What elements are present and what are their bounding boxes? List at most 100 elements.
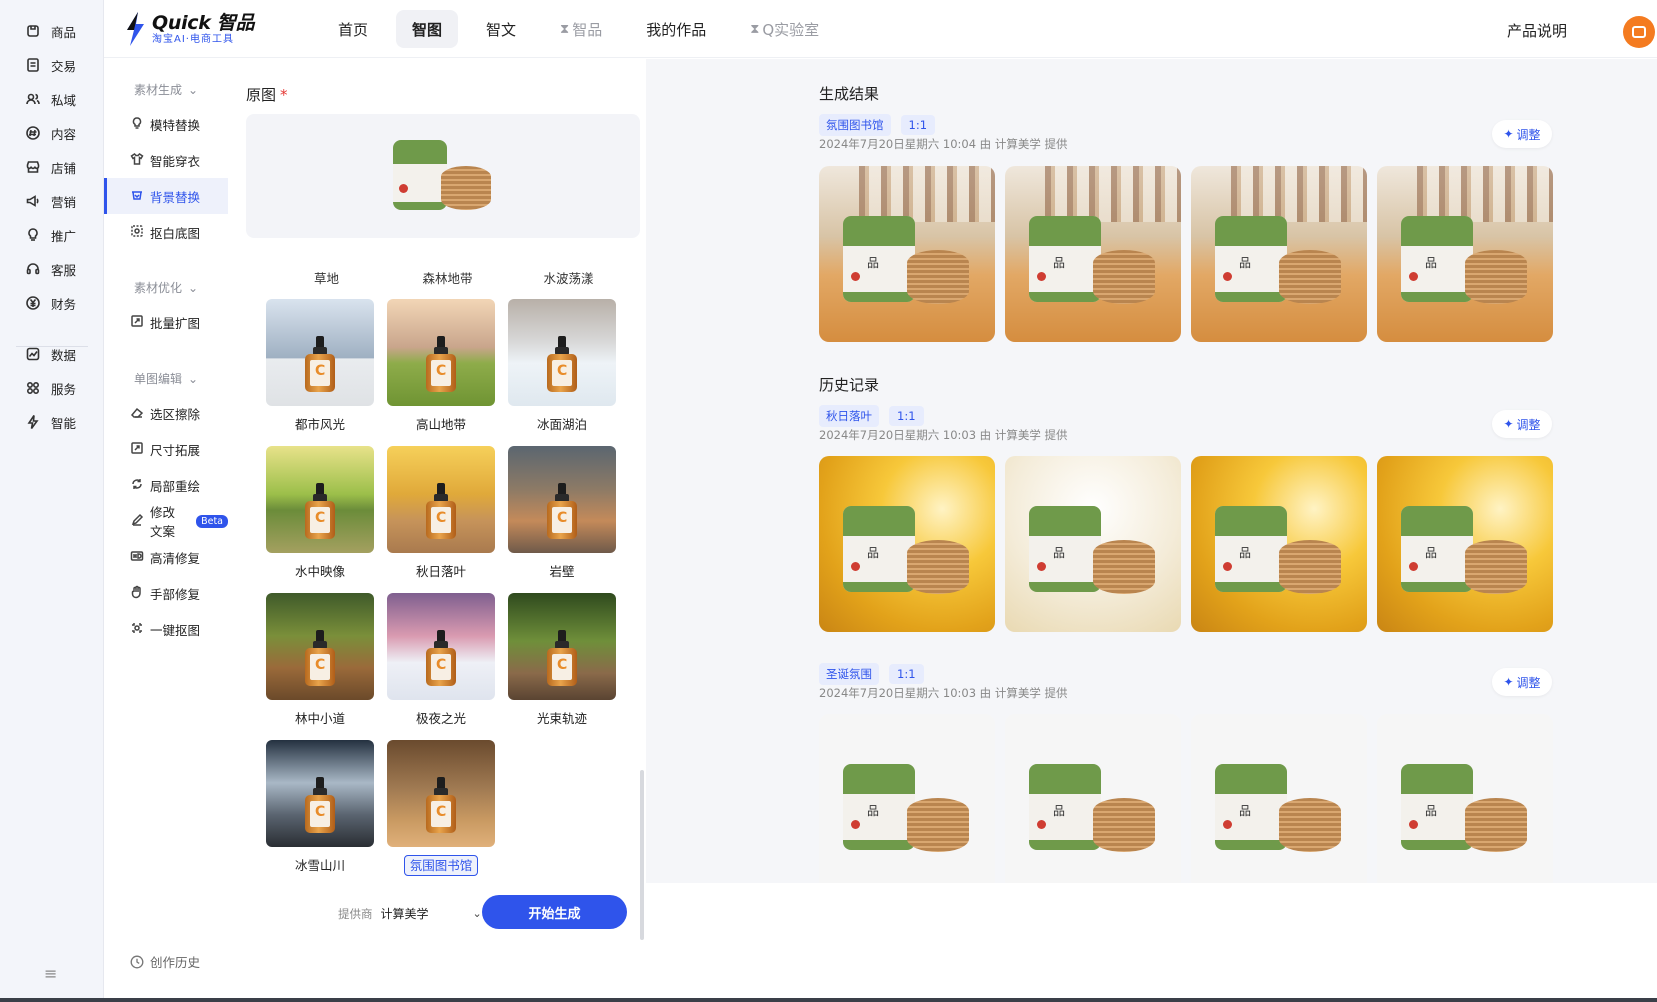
rail-item-label: 交易 (51, 58, 77, 74)
result-image[interactable]: 品 (1005, 714, 1181, 883)
nav-tab-3[interactable]: ⧗ 智品 (544, 10, 618, 48)
result-image[interactable]: 品 (819, 714, 995, 883)
nav-tab-5[interactable]: ⧗ Q实验室 (734, 10, 835, 48)
scene-caption-text: 水中映像 (294, 564, 345, 579)
cutout-icon (130, 224, 144, 241)
tool-item-expand[interactable]: 批量扩图 (104, 304, 228, 340)
scene-option[interactable]: 极夜之光 (387, 593, 495, 726)
result-image[interactable]: 品 (1005, 456, 1181, 632)
result-image[interactable]: 品 (1191, 456, 1367, 632)
provider-select[interactable]: 提供商 计算美学 ⌄ (338, 905, 482, 922)
incense-product: 品 (1029, 764, 1159, 854)
incense-coils (441, 166, 491, 210)
tool-item-crop[interactable]: 一键抠图 (104, 611, 228, 647)
tool-item-hd[interactable]: 高清修复 (104, 539, 228, 575)
result-image[interactable]: 品 (819, 456, 995, 632)
chevron-down-icon[interactable]: ⌄ (188, 281, 198, 295)
rail-item-users[interactable]: 私域 (24, 85, 76, 113)
chevron-down-icon[interactable]: ⌄ (188, 372, 198, 386)
result-image-row: 品品品品 (819, 166, 1553, 342)
scene-option[interactable]: 冰面湖泊 (508, 299, 616, 432)
scene-option[interactable]: 水中映像 (266, 446, 374, 579)
history-label: 创作历史 (150, 955, 201, 970)
tool-item-background[interactable]: 背景替换 (104, 178, 228, 214)
nav-tab-1[interactable]: 智图 (396, 10, 459, 48)
adjust-button[interactable]: ✦ 调整 (1492, 120, 1552, 148)
rail-item-yuan[interactable]: 财务 (24, 289, 76, 317)
bolt-icon (24, 413, 42, 431)
logo-title: Quick 智品 (152, 12, 255, 34)
logo[interactable]: Quick 智品 淘宝AI·电商工具 (124, 12, 255, 46)
rail-item-hash[interactable]: 内容 (24, 119, 76, 147)
scene-option[interactable]: 林中小道 (266, 593, 374, 726)
required-mark: * (280, 86, 288, 104)
adjust-button[interactable]: ✦ 调整 (1492, 410, 1552, 438)
user-avatar[interactable] (1623, 16, 1655, 48)
scene-option[interactable]: 光束轨迹 (508, 593, 616, 726)
rail-item-store[interactable]: 店铺 (24, 153, 76, 181)
creation-history-link[interactable]: 创作历史 (130, 952, 200, 971)
adjust-button[interactable]: ✦ 调整 (1492, 668, 1552, 696)
rail-item-bolt[interactable]: 智能 (24, 408, 76, 436)
tool-item-pen[interactable]: 修改文案 Beta (104, 503, 228, 539)
scene-option[interactable]: 冰雪山川 (266, 740, 374, 873)
incense-product: 品 (1401, 216, 1531, 306)
scene-caption: 冰面湖泊 (508, 414, 616, 433)
rail-item-product[interactable]: 商品 (24, 17, 76, 45)
product-docs-link[interactable]: 产品说明 (1507, 20, 1567, 41)
rail-item-chart[interactable]: 数据 (24, 340, 76, 368)
config-scrollbar[interactable] (640, 770, 644, 940)
avatar-glyph-icon (1632, 26, 1646, 38)
rail-item-grid[interactable]: 服务 (24, 374, 76, 402)
nav-tab-2[interactable]: 智文 (470, 10, 532, 48)
result-tags: 秋日落叶 1:1 (819, 405, 924, 427)
result-image[interactable]: 品 (819, 166, 995, 342)
nav-tab-0[interactable]: 首页 (322, 10, 384, 48)
sparkle-icon: ✦ (1503, 675, 1514, 689)
scene-option[interactable]: 秋日落叶 (387, 446, 495, 579)
tool-item-eraser[interactable]: 选区擦除 (104, 395, 228, 431)
result-image[interactable]: 品 (1377, 456, 1553, 632)
rail-item-order[interactable]: 交易 (24, 51, 76, 79)
incense-product: 品 (1401, 506, 1531, 596)
result-image[interactable]: 品 (1191, 714, 1367, 883)
start-generate-button[interactable]: 开始生成 (482, 895, 627, 929)
result-image-row: 品品品品 (819, 456, 1553, 632)
serum-bottle-image (545, 483, 579, 539)
tool-item-hand[interactable]: 手部修复 (104, 575, 228, 611)
nav-tab-label: 智图 (412, 20, 443, 39)
scene-option[interactable]: 氛围图书馆 (387, 740, 495, 876)
nav-tab-4[interactable]: 我的作品 (630, 10, 722, 48)
tool-group-title: 素材生成 ⌄ (134, 81, 198, 98)
tool-group-title: 单图编辑 ⌄ (134, 370, 198, 387)
scene-caption: 光束轨迹 (508, 708, 616, 727)
scene-thumbnail (508, 299, 616, 406)
source-image-upload[interactable] (246, 114, 640, 238)
chevron-down-icon[interactable]: ⌄ (188, 83, 198, 97)
result-image[interactable]: 品 (1377, 166, 1553, 342)
scene-option[interactable]: 高山地带 (387, 299, 495, 432)
beta-badge: Beta (196, 514, 228, 528)
scene-option[interactable]: 岩壁 (508, 446, 616, 579)
tool-item-cutout[interactable]: 抠白底图 (104, 214, 228, 250)
scene-caption: 都市风光 (266, 414, 374, 433)
tool-item-model[interactable]: 模特替换 (104, 106, 228, 142)
result-image[interactable]: 品 (1005, 166, 1181, 342)
scene-label: 森林地带 (422, 271, 473, 286)
style-tag[interactable]: 圣诞氛围 (819, 663, 879, 685)
menu-icon[interactable]: ≡ (44, 964, 57, 983)
headset-icon (24, 260, 42, 278)
style-tag[interactable]: 氛围图书馆 (819, 114, 891, 136)
tool-item-resize[interactable]: 尺寸拓展 (104, 431, 228, 467)
scene-option[interactable]: 都市风光 (266, 299, 374, 432)
rail-item-megaphone[interactable]: 营销 (24, 187, 76, 215)
result-image[interactable]: 品 (1377, 714, 1553, 883)
rail-item-headset[interactable]: 客服 (24, 255, 76, 283)
tool-item-shirt[interactable]: 智能穿衣 (104, 142, 228, 178)
pen-icon (130, 513, 144, 530)
tool-item-repaint[interactable]: 局部重绘 (104, 467, 228, 503)
rail-item-bulb[interactable]: 推广 (24, 221, 76, 249)
result-image[interactable]: 品 (1191, 166, 1367, 342)
style-tag[interactable]: 秋日落叶 (819, 405, 879, 427)
incense-product: 品 (1029, 216, 1159, 306)
